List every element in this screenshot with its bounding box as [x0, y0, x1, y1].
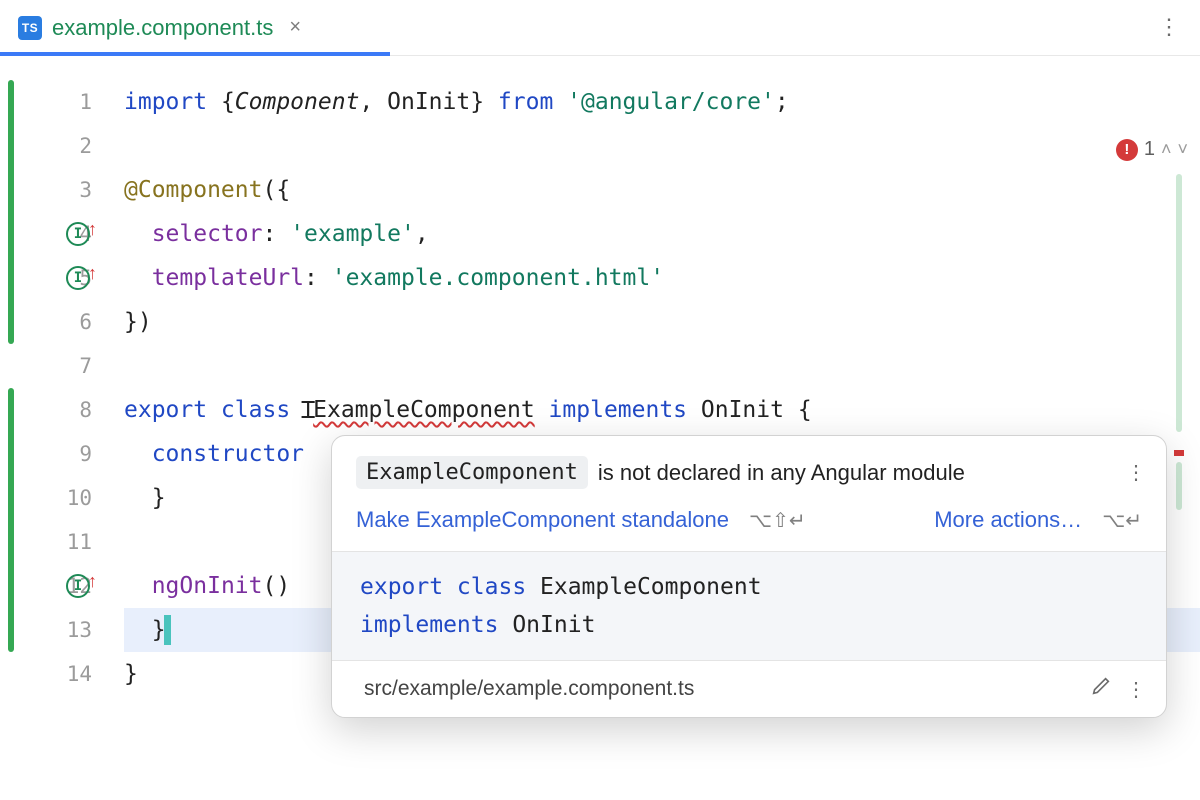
editor-gutter: 1 2 3 4 I↑ 5 I↑ 6 7 8 9 10 11 12 I↑ 13 1…: [0, 56, 124, 800]
line-number[interactable]: 3: [56, 178, 92, 202]
error-count: 1: [1144, 138, 1155, 161]
shortcut-label: ⌥↵: [1102, 508, 1142, 533]
line-number[interactable]: 13: [56, 618, 92, 642]
line-number[interactable]: 7: [56, 354, 92, 378]
implements-gutter-icon[interactable]: I↑: [66, 574, 97, 598]
tab-more-icon[interactable]: ⋮: [1158, 14, 1180, 40]
line-number[interactable]: 10: [56, 486, 92, 510]
code-line: }): [124, 300, 1200, 344]
intention-popup: ExampleComponent is not declared in any …: [331, 435, 1167, 718]
popup-actions: Make ExampleComponent standalone ⌥⇧↵ Mor…: [332, 503, 1166, 551]
error-underline: ExampleComponent: [313, 388, 535, 432]
edit-pencil-icon[interactable]: [1090, 675, 1112, 703]
implements-gutter-icon[interactable]: I↑: [66, 266, 97, 290]
problems-indicator[interactable]: ! 1 ˄ ˅: [1116, 138, 1188, 161]
line-number[interactable]: 14: [56, 662, 92, 686]
popup-footer-more-icon[interactable]: ⋮: [1126, 677, 1146, 702]
code-line: import {Component, OnInit} from '@angula…: [124, 80, 1200, 124]
line-number[interactable]: 2: [56, 134, 92, 158]
code-line: selector: 'example',: [124, 212, 1200, 256]
typescript-icon: TS: [18, 16, 42, 40]
caret-icon: [164, 615, 171, 645]
more-actions-link[interactable]: More actions…: [934, 507, 1082, 533]
close-tab-icon[interactable]: ×: [289, 16, 301, 39]
chevron-down-icon[interactable]: ˅: [1177, 139, 1188, 160]
popup-header: ExampleComponent is not declared in any …: [332, 436, 1166, 503]
popup-class-badge: ExampleComponent: [356, 456, 588, 489]
implements-gutter-icon[interactable]: I↑: [66, 222, 97, 246]
make-standalone-action[interactable]: Make ExampleComponent standalone: [356, 507, 729, 533]
popup-code-preview: export class ExampleComponent implements…: [332, 551, 1166, 660]
popup-more-icon[interactable]: ⋮: [1126, 460, 1146, 485]
editor-tab[interactable]: TS example.component.ts ×: [0, 0, 319, 55]
minimap-error-marker[interactable]: [1174, 450, 1184, 456]
line-number[interactable]: 11: [56, 530, 92, 554]
chevron-up-icon[interactable]: ˄: [1161, 139, 1172, 160]
line-number[interactable]: 9: [56, 442, 92, 466]
minimap-change-marker[interactable]: [1176, 174, 1182, 432]
shortcut-label: ⌥⇧↵: [749, 508, 806, 533]
code-line: export class ᏆExampleComponent implement…: [124, 388, 1200, 432]
code-line: @Component({: [124, 168, 1200, 212]
popup-footer: src/example/example.component.ts ⋮: [332, 660, 1166, 717]
error-icon: !: [1116, 139, 1138, 161]
popup-message: is not declared in any Angular module: [598, 460, 965, 486]
code-line: [124, 124, 1200, 168]
line-number[interactable]: 8: [56, 398, 92, 422]
code-line: [124, 344, 1200, 388]
tab-title: example.component.ts: [52, 15, 273, 41]
popup-file-path: src/example/example.component.ts: [364, 677, 694, 701]
code-line: templateUrl: 'example.component.html': [124, 256, 1200, 300]
line-number[interactable]: 1: [56, 90, 92, 114]
minimap-change-marker[interactable]: [1176, 462, 1182, 510]
editor-tab-bar: TS example.component.ts × ⋮: [0, 0, 1200, 56]
line-number[interactable]: 6: [56, 310, 92, 334]
